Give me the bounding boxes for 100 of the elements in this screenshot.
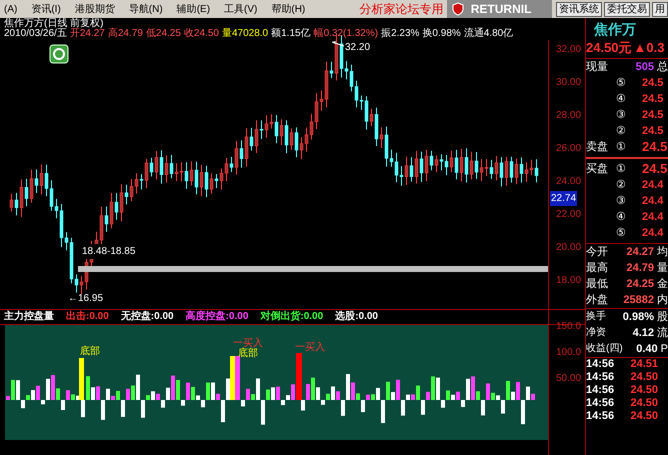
order-price: 24.5 <box>641 124 664 139</box>
indicator-value: 对倒出货:0.00 <box>260 311 324 323</box>
row-value: 0.98% <box>622 310 654 325</box>
row-label: 收益(四) <box>586 342 624 356</box>
menu-item[interactable]: 辅助(E) <box>176 2 210 16</box>
row-label: 量 <box>656 261 668 276</box>
menu-item[interactable]: (A) <box>4 2 18 16</box>
toolbar-button[interactable]: 用 <box>652 2 668 16</box>
menu-item[interactable]: 导航(N) <box>128 2 163 16</box>
quote-value: 2010/03/26/五 <box>4 29 67 39</box>
row-label: P <box>660 342 668 357</box>
row-label: 均 <box>656 245 668 260</box>
order-price: 24.4 <box>641 210 664 225</box>
signal-label: 底部 <box>80 344 100 359</box>
level-mark: ① <box>616 162 627 177</box>
price-change: ▲0.3 <box>634 40 664 56</box>
tick-price: 24.50 <box>629 384 658 397</box>
row-label: 最高 <box>586 260 609 276</box>
row-label: 换手 <box>586 310 607 324</box>
axis-label: 26.00 <box>556 142 581 156</box>
order-price: 24.4 <box>641 194 664 209</box>
row-label: 现量 <box>586 60 609 75</box>
tick-time: 14:56 <box>586 410 616 423</box>
row-label: 总 <box>656 60 668 75</box>
menu-item[interactable]: 工具(V) <box>224 2 258 16</box>
row-value: 24.79 <box>625 261 654 276</box>
quote-value: 额1.15亿 <box>271 29 311 39</box>
order-price: 24.5 <box>641 108 664 123</box>
quote-value: 振2.23% <box>381 29 420 39</box>
quote-value: 开24.27 <box>70 29 105 39</box>
order-price: 24.5 <box>641 76 664 91</box>
row-label: 金 <box>656 277 668 292</box>
level-mark: ② <box>616 124 627 139</box>
quote-value: 量47028.0 <box>222 29 268 39</box>
tick-price: 24.50 <box>629 397 658 410</box>
level-mark: ② <box>616 178 627 193</box>
level-mark: ⑤ <box>616 76 627 91</box>
indicator-value: 主力控盘量 <box>4 311 54 323</box>
order-price: 24.5 <box>641 92 664 107</box>
level-mark: ④ <box>616 92 627 107</box>
indicator-value: 无控盘:0.00 <box>120 311 174 323</box>
axis-label: 24.00 <box>556 175 581 189</box>
row-label: 股 <box>656 310 668 325</box>
arrow-icon <box>332 41 344 46</box>
tick-time: 14:56 <box>586 384 616 397</box>
indicator-value: 选股:0.00 <box>335 311 378 323</box>
menu-item[interactable]: 帮助(H) <box>271 2 306 16</box>
row-value: 0.40 <box>635 342 658 357</box>
g-logo-icon[interactable] <box>50 44 68 64</box>
order-price: 24.5 <box>641 161 668 177</box>
order-price: 24.4 <box>641 226 664 241</box>
shield-icon <box>450 2 465 16</box>
forum-label: 分析家论坛专用 <box>359 1 444 18</box>
row-label: 最低 <box>586 277 609 292</box>
quote-value: 换0.98% <box>422 29 461 39</box>
axis-label: 100.0 <box>556 346 582 360</box>
row-label: 今开 <box>586 245 609 260</box>
price-annotation: 18.48-18.85 <box>82 244 136 259</box>
axis-label: 30.00 <box>556 76 581 90</box>
chart-title: 焦作万方(日线 前复权) <box>4 19 104 29</box>
level-mark: ④ <box>616 210 627 225</box>
row-label: 外盘 <box>586 293 609 308</box>
axis-label: 18.00 <box>556 274 581 288</box>
tick-time: 14:56 <box>586 358 616 371</box>
axis-label: 50.00 <box>556 372 582 386</box>
row-value: 24.27 <box>625 245 654 260</box>
axis-label: 28.00 <box>556 109 581 123</box>
row-value: 505 <box>634 60 654 75</box>
tick-price: 24.50 <box>629 371 658 384</box>
row-label: 净资 <box>586 326 607 340</box>
axis-label: 22.00 <box>556 208 581 222</box>
price-tag: 22.74 <box>550 191 578 206</box>
row-value: 24.25 <box>625 277 654 292</box>
last-price: 24.50元 <box>586 40 632 56</box>
level-mark: ③ <box>616 108 627 123</box>
menu-item[interactable]: 资讯(I) <box>31 2 61 16</box>
quote-value: 高24.79 <box>108 29 143 39</box>
quote-value: 流通4.80亿 <box>464 29 514 39</box>
tick-time: 14:56 <box>586 397 616 410</box>
row-label: 流 <box>656 326 668 341</box>
price-annotation: ←16.95 <box>68 292 104 306</box>
row-label: 卖盘 <box>586 140 609 155</box>
toolbar-button[interactable]: 资讯系统 <box>556 2 602 16</box>
axis-label: 20.00 <box>556 241 581 255</box>
order-price: 24.4 <box>641 178 664 193</box>
indicator-value: 高度控盘:0.00 <box>186 311 248 323</box>
level-mark: ① <box>616 140 627 155</box>
quote-value: 收24.50 <box>184 29 219 39</box>
tick-price: 24.50 <box>629 410 658 423</box>
signal-label: 一买入 <box>295 340 325 355</box>
level-mark: ⑤ <box>616 226 627 241</box>
level-mark: ③ <box>616 194 627 209</box>
price-annotation: 32.20 <box>345 41 370 55</box>
quote-value: 幅0.32(1.32%) <box>314 29 378 39</box>
tick-time: 14:56 <box>586 371 616 384</box>
toolbar-button[interactable]: 委托交易 <box>604 2 650 16</box>
brand-logo: RETURNIL <box>446 0 552 18</box>
tick-price: 24.51 <box>629 358 658 371</box>
signal-label: 一买入 <box>233 336 263 349</box>
menu-item[interactable]: 港股期货 <box>74 2 115 16</box>
